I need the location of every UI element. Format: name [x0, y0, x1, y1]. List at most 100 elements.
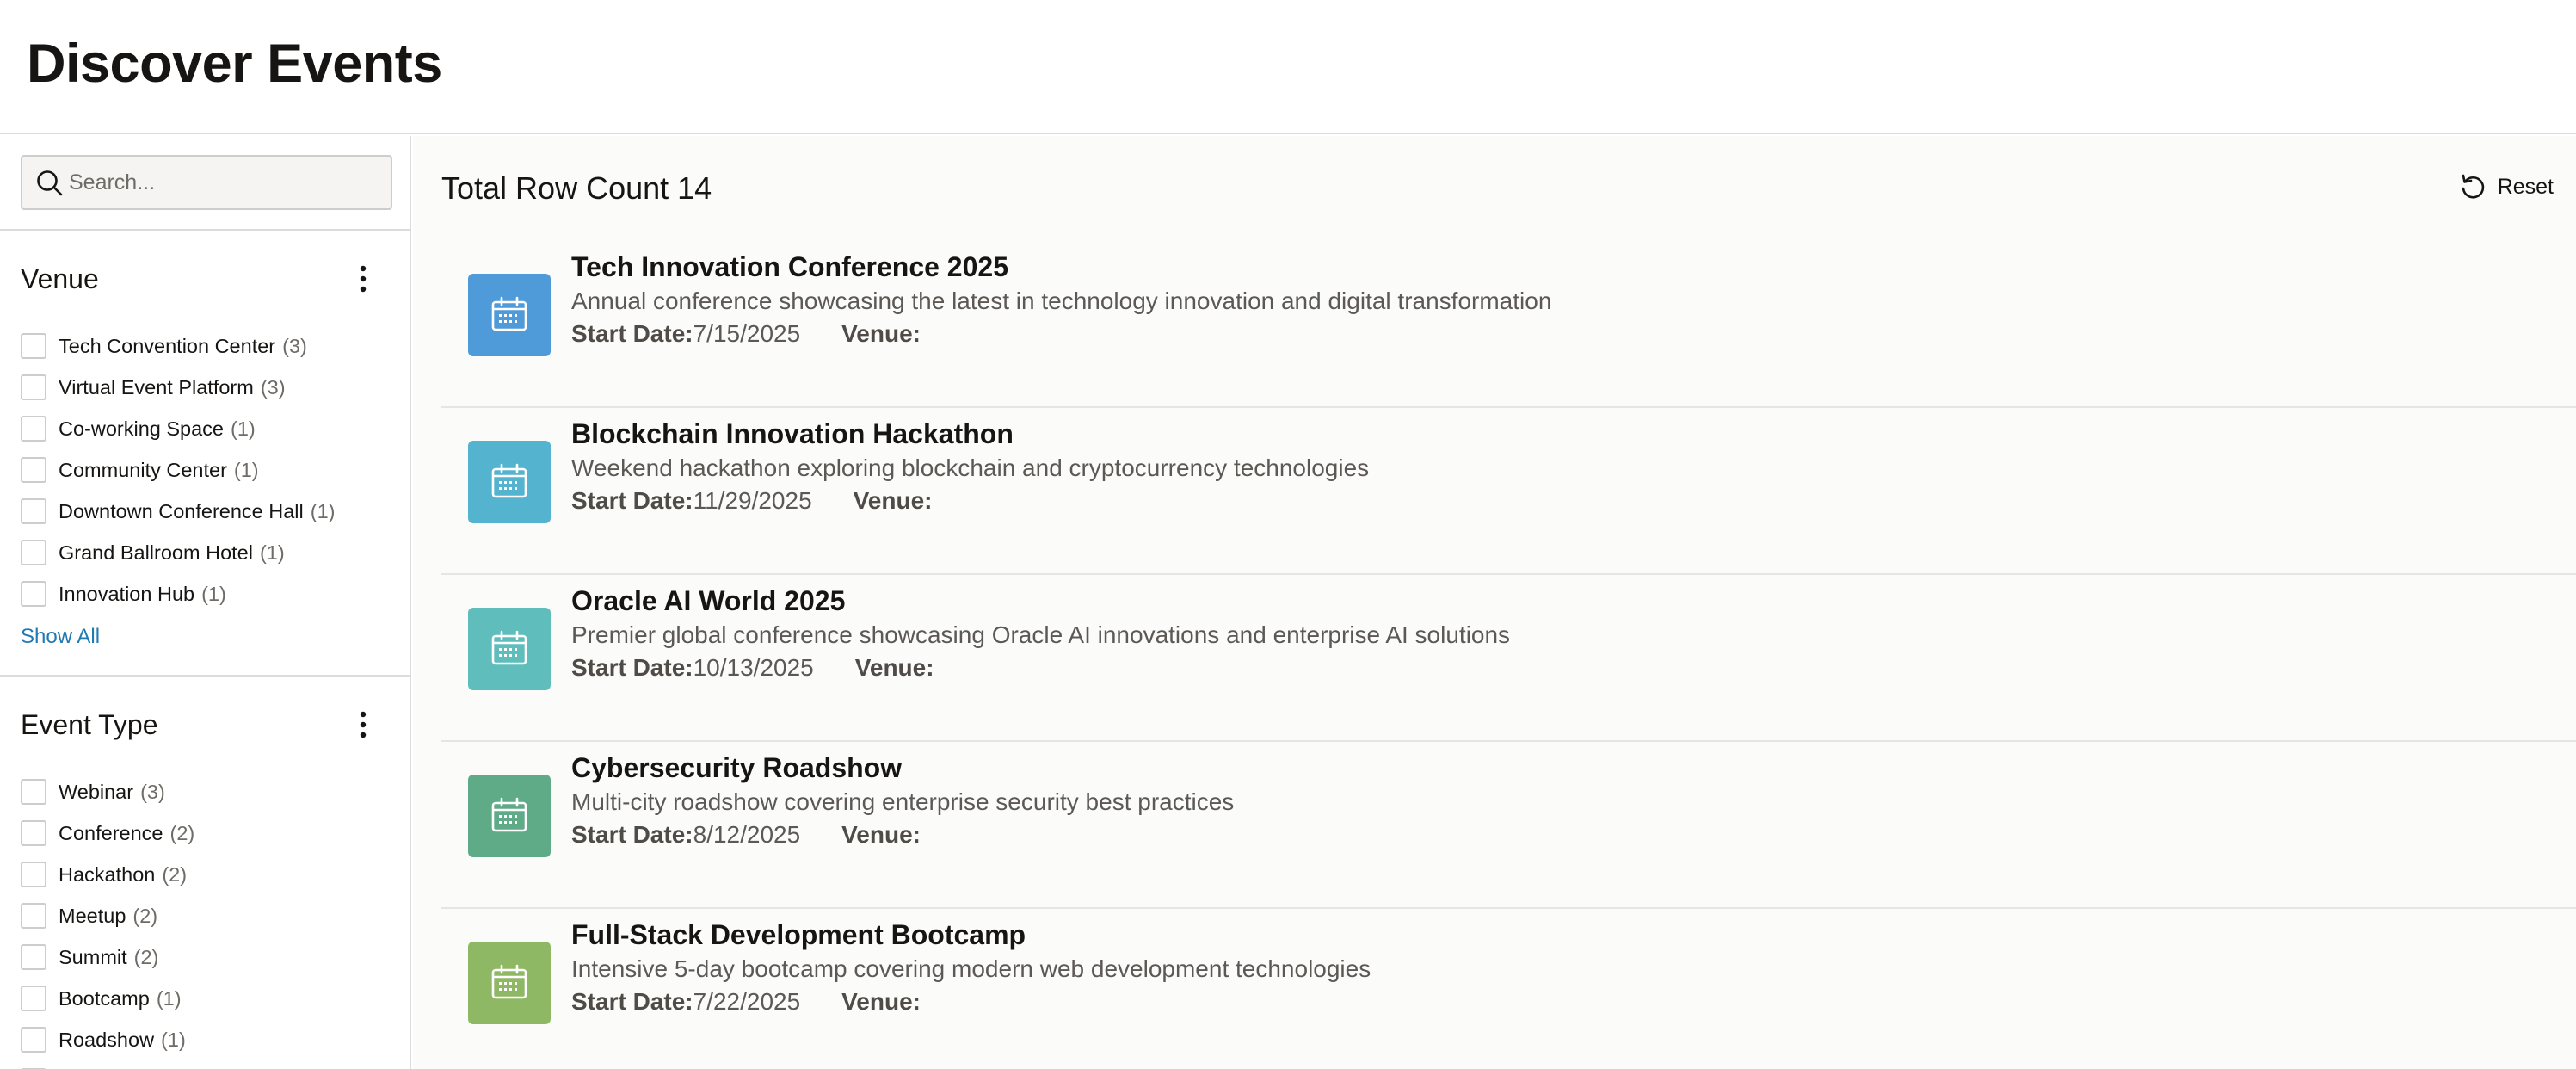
event-type-facet-list: Webinar (3) Conference (2) Hackathon (2) Me… [21, 771, 399, 1069]
event-meta: Start Date: 8/12/2025 Venue: [571, 821, 921, 849]
search-input[interactable] [69, 158, 379, 207]
option-label: Conference [59, 821, 163, 844]
option-count: (1) [161, 1028, 186, 1051]
option-label: Grand Ballroom Hotel [59, 541, 253, 564]
option-count: (1) [201, 582, 226, 605]
checkbox[interactable] [21, 820, 46, 846]
venue-option[interactable]: Innovation Hub (1) [21, 573, 399, 615]
event-meta: Start Date: 7/22/2025 Venue: [571, 988, 921, 1016]
checkbox[interactable] [21, 416, 46, 442]
event-title[interactable]: Tech Innovation Conference 2025 [571, 251, 1008, 283]
venue-label: Venue: [841, 988, 921, 1015]
option-label: Hackathon [59, 862, 156, 886]
event-type-option[interactable]: Summit (2) [21, 936, 399, 978]
checkbox[interactable] [21, 333, 46, 359]
results-list: Tech Innovation Conference 2025 Annual c… [441, 241, 2576, 1069]
start-date-label: Start Date: [571, 487, 693, 514]
event-title[interactable]: Cybersecurity Roadshow [571, 752, 902, 784]
page-header: Discover Events [0, 0, 2576, 134]
event-description: Multi-city roadshow covering enterprise … [571, 788, 1235, 815]
venue-option[interactable]: Community Center (1) [21, 449, 399, 491]
event-description: Annual conference showcasing the latest … [571, 287, 1552, 314]
option-count: (2) [162, 862, 188, 886]
result-item[interactable]: Cybersecurity Roadshow Multi-city roadsh… [441, 742, 2576, 909]
event-type-option[interactable]: Conference (2) [21, 813, 399, 854]
event-title[interactable]: Blockchain Innovation Hackathon [571, 418, 1014, 450]
event-type-option[interactable]: Meetup (2) [21, 895, 399, 936]
show-all-link[interactable]: Show All [21, 625, 100, 649]
result-item[interactable]: Full-Stack Development Bootcamp Intensiv… [441, 909, 2576, 1069]
option-count: (1) [231, 417, 256, 440]
option-count: (2) [133, 945, 159, 968]
option-label: Co-working Space [59, 417, 225, 440]
option-count: (1) [233, 458, 259, 481]
start-date-label: Start Date: [571, 988, 693, 1015]
option-count: (1) [156, 986, 182, 1010]
calendar-icon [491, 463, 527, 498]
divider [0, 229, 410, 231]
event-type-option[interactable]: Webinar (3) [21, 771, 399, 813]
event-description: Weekend hackathon exploring blockchain a… [571, 454, 1370, 481]
option-label: Downtown Conference Hall [59, 499, 304, 522]
checkbox[interactable] [21, 457, 46, 483]
event-meta: Start Date: 10/13/2025 Venue: [571, 654, 934, 682]
start-date-value: 7/22/2025 [693, 988, 801, 1015]
facet-title-event-type: Event Type [21, 709, 158, 740]
checkbox[interactable] [21, 986, 46, 1011]
kebab-menu-icon[interactable] [348, 708, 379, 742]
event-meta: Start Date: 11/29/2025 Venue: [571, 487, 932, 515]
venue-option[interactable]: Tech Convention Center (3) [21, 325, 399, 367]
event-type-option-partial[interactable] [21, 1060, 399, 1069]
search-icon [37, 170, 63, 196]
venue-label: Venue: [854, 654, 934, 681]
event-type-option[interactable]: Hackathon (2) [21, 854, 399, 895]
option-label: Meetup [59, 904, 126, 927]
calendar-icon [491, 797, 527, 832]
search-box[interactable] [21, 155, 392, 210]
event-type-option[interactable]: Roadshow (1) [21, 1019, 399, 1060]
result-item[interactable]: Oracle AI World 2025 Premier global conf… [441, 575, 2576, 742]
reset-icon [2462, 174, 2484, 199]
calendar-tile [468, 608, 551, 690]
venue-option[interactable]: Grand Ballroom Hotel (1) [21, 532, 399, 573]
option-count: (1) [310, 499, 336, 522]
calendar-icon [491, 296, 527, 331]
venue-option[interactable]: Virtual Event Platform (3) [21, 367, 399, 408]
checkbox[interactable] [21, 944, 46, 970]
option-label: Summit [59, 945, 127, 968]
option-count: (3) [140, 780, 165, 803]
option-label: Roadshow [59, 1028, 155, 1051]
option-label: Community Center [59, 458, 227, 481]
result-item[interactable]: Tech Innovation Conference 2025 Annual c… [441, 241, 2576, 408]
reset-button[interactable]: Reset [2458, 172, 2554, 201]
event-type-option[interactable]: Bootcamp (1) [21, 978, 399, 1019]
venue-option[interactable]: Downtown Conference Hall (1) [21, 491, 399, 532]
checkbox[interactable] [21, 374, 46, 400]
event-description: Premier global conference showcasing Ora… [571, 621, 1511, 648]
kebab-menu-icon[interactable] [348, 262, 379, 296]
event-description: Intensive 5-day bootcamp covering modern… [571, 955, 1371, 982]
result-item[interactable]: Blockchain Innovation Hackathon Weekend … [441, 408, 2576, 575]
results-panel: Total Row Count 14 Reset Tech Innovation… [413, 136, 2576, 1069]
filter-sidebar: Venue Tech Convention Center (3) Virtual … [0, 136, 411, 1069]
start-date-label: Start Date: [571, 654, 693, 681]
start-date-label: Start Date: [571, 821, 693, 848]
checkbox[interactable] [21, 540, 46, 565]
event-title[interactable]: Full-Stack Development Bootcamp [571, 919, 1026, 951]
start-date-label: Start Date: [571, 320, 693, 347]
venue-option[interactable]: Co-working Space (1) [21, 408, 399, 449]
option-count: (2) [169, 821, 195, 844]
calendar-icon [491, 964, 527, 999]
event-title[interactable]: Oracle AI World 2025 [571, 585, 845, 617]
checkbox[interactable] [21, 903, 46, 929]
checkbox[interactable] [21, 581, 46, 607]
checkbox[interactable] [21, 779, 46, 805]
checkbox[interactable] [21, 1027, 46, 1053]
option-label: Webinar [59, 780, 134, 803]
venue-label: Venue: [841, 320, 921, 347]
option-label: Bootcamp [59, 986, 150, 1010]
checkbox[interactable] [21, 862, 46, 887]
option-count: (2) [132, 904, 158, 927]
option-label: Tech Convention Center [59, 334, 276, 357]
checkbox[interactable] [21, 498, 46, 524]
